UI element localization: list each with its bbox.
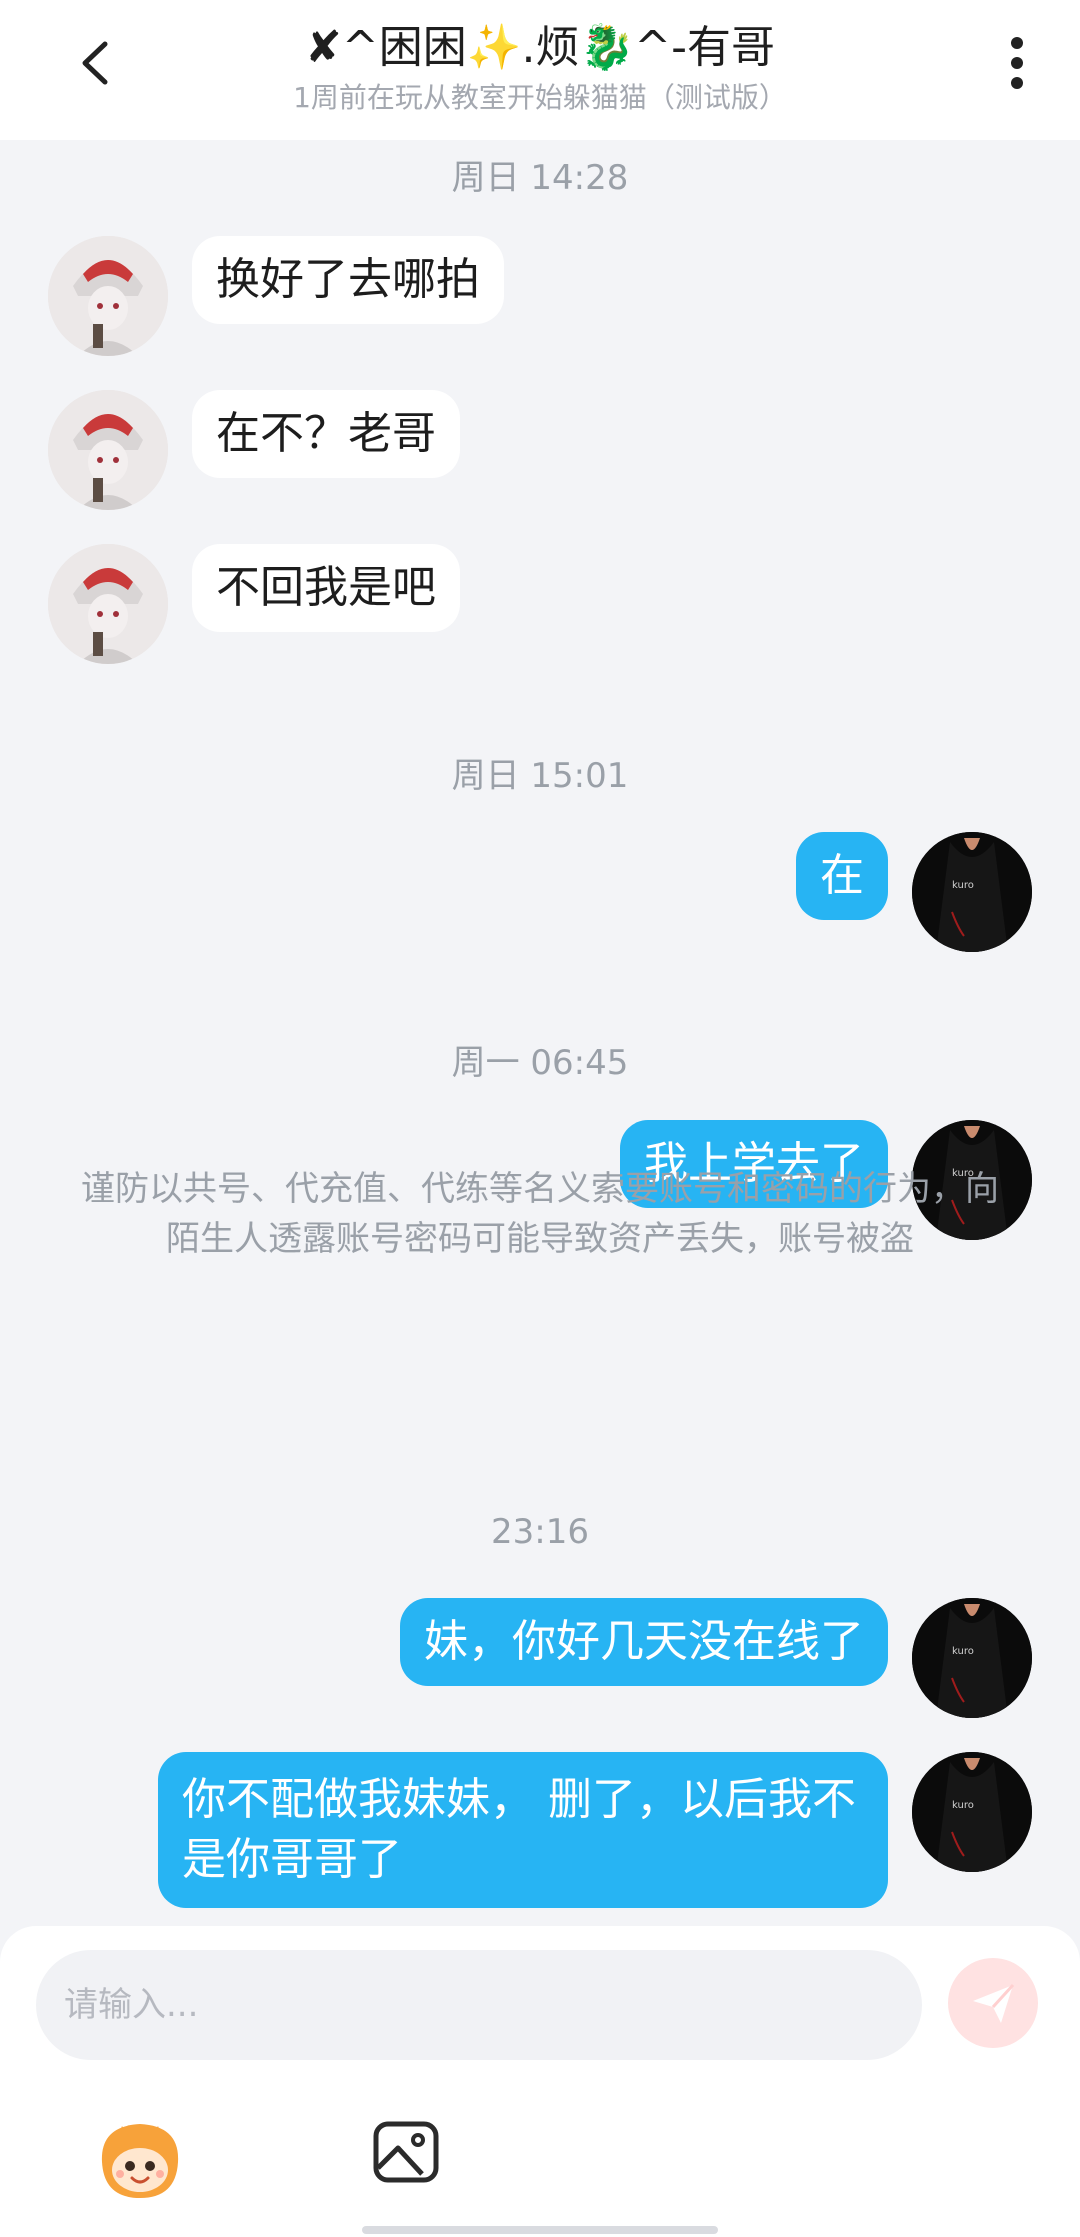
more-vertical-icon bbox=[1011, 37, 1023, 89]
svg-text:kuro: kuro bbox=[952, 1646, 974, 1657]
timestamp: 周日 15:01 bbox=[451, 756, 629, 796]
back-button[interactable] bbox=[60, 28, 130, 98]
chat-message-list[interactable]: 周日 14:28 换好了去哪拍 在不？老哥 不回我是吧 周日 15:01 kur… bbox=[0, 140, 1080, 1930]
svg-text:kuro: kuro bbox=[952, 880, 974, 891]
send-icon bbox=[973, 1983, 1015, 2023]
svg-text:kuro: kuro bbox=[952, 1800, 974, 1811]
incoming-message[interactable]: 换好了去哪拍 bbox=[192, 236, 504, 324]
incoming-message[interactable]: 不回我是吧 bbox=[192, 544, 460, 632]
emoji-button[interactable] bbox=[92, 2112, 188, 2208]
send-button[interactable] bbox=[948, 1958, 1038, 2048]
outgoing-message[interactable]: 妹，你好几天没在线了 bbox=[400, 1598, 888, 1686]
message-input[interactable] bbox=[36, 1950, 922, 2060]
image-icon bbox=[373, 2121, 439, 2183]
emoji-icon bbox=[101, 2124, 179, 2198]
composer-panel bbox=[0, 1926, 1080, 2237]
chevron-left-icon bbox=[82, 41, 108, 85]
user-avatar[interactable]: kuro bbox=[912, 1752, 1032, 1872]
timestamp: 23:16 bbox=[491, 1512, 589, 1552]
chat-title: ✘^困困✨.烦🐉^-有哥 bbox=[304, 22, 776, 73]
outgoing-message[interactable]: 在 bbox=[796, 832, 888, 920]
home-indicator bbox=[362, 2226, 718, 2234]
timestamp: 周一 06:45 bbox=[451, 1043, 629, 1083]
user-avatar[interactable]: kuro bbox=[912, 832, 1032, 952]
incoming-message[interactable]: 在不？老哥 bbox=[192, 390, 460, 478]
more-button[interactable] bbox=[982, 28, 1052, 98]
chat-subtitle: 1周前在玩从教室开始躲猫猫（测试版） bbox=[293, 81, 787, 114]
security-notice: 谨防以共号、代充值、代练等名义索要账号和密码的行为，向陌生人透露账号密码可能导致… bbox=[81, 1169, 999, 1259]
contact-avatar[interactable] bbox=[48, 236, 168, 356]
chat-header: ✘^困困✨.烦🐉^-有哥 1周前在玩从教室开始躲猫猫（测试版） bbox=[0, 0, 1080, 140]
timestamp: 周日 14:28 bbox=[451, 158, 629, 198]
contact-avatar[interactable] bbox=[48, 390, 168, 510]
outgoing-message[interactable]: 你不配做我妹妹， 删了，以后我不是你哥哥了 bbox=[158, 1752, 888, 1908]
contact-avatar[interactable] bbox=[48, 544, 168, 664]
user-avatar[interactable]: kuro bbox=[912, 1598, 1032, 1718]
image-button[interactable] bbox=[370, 2116, 442, 2188]
